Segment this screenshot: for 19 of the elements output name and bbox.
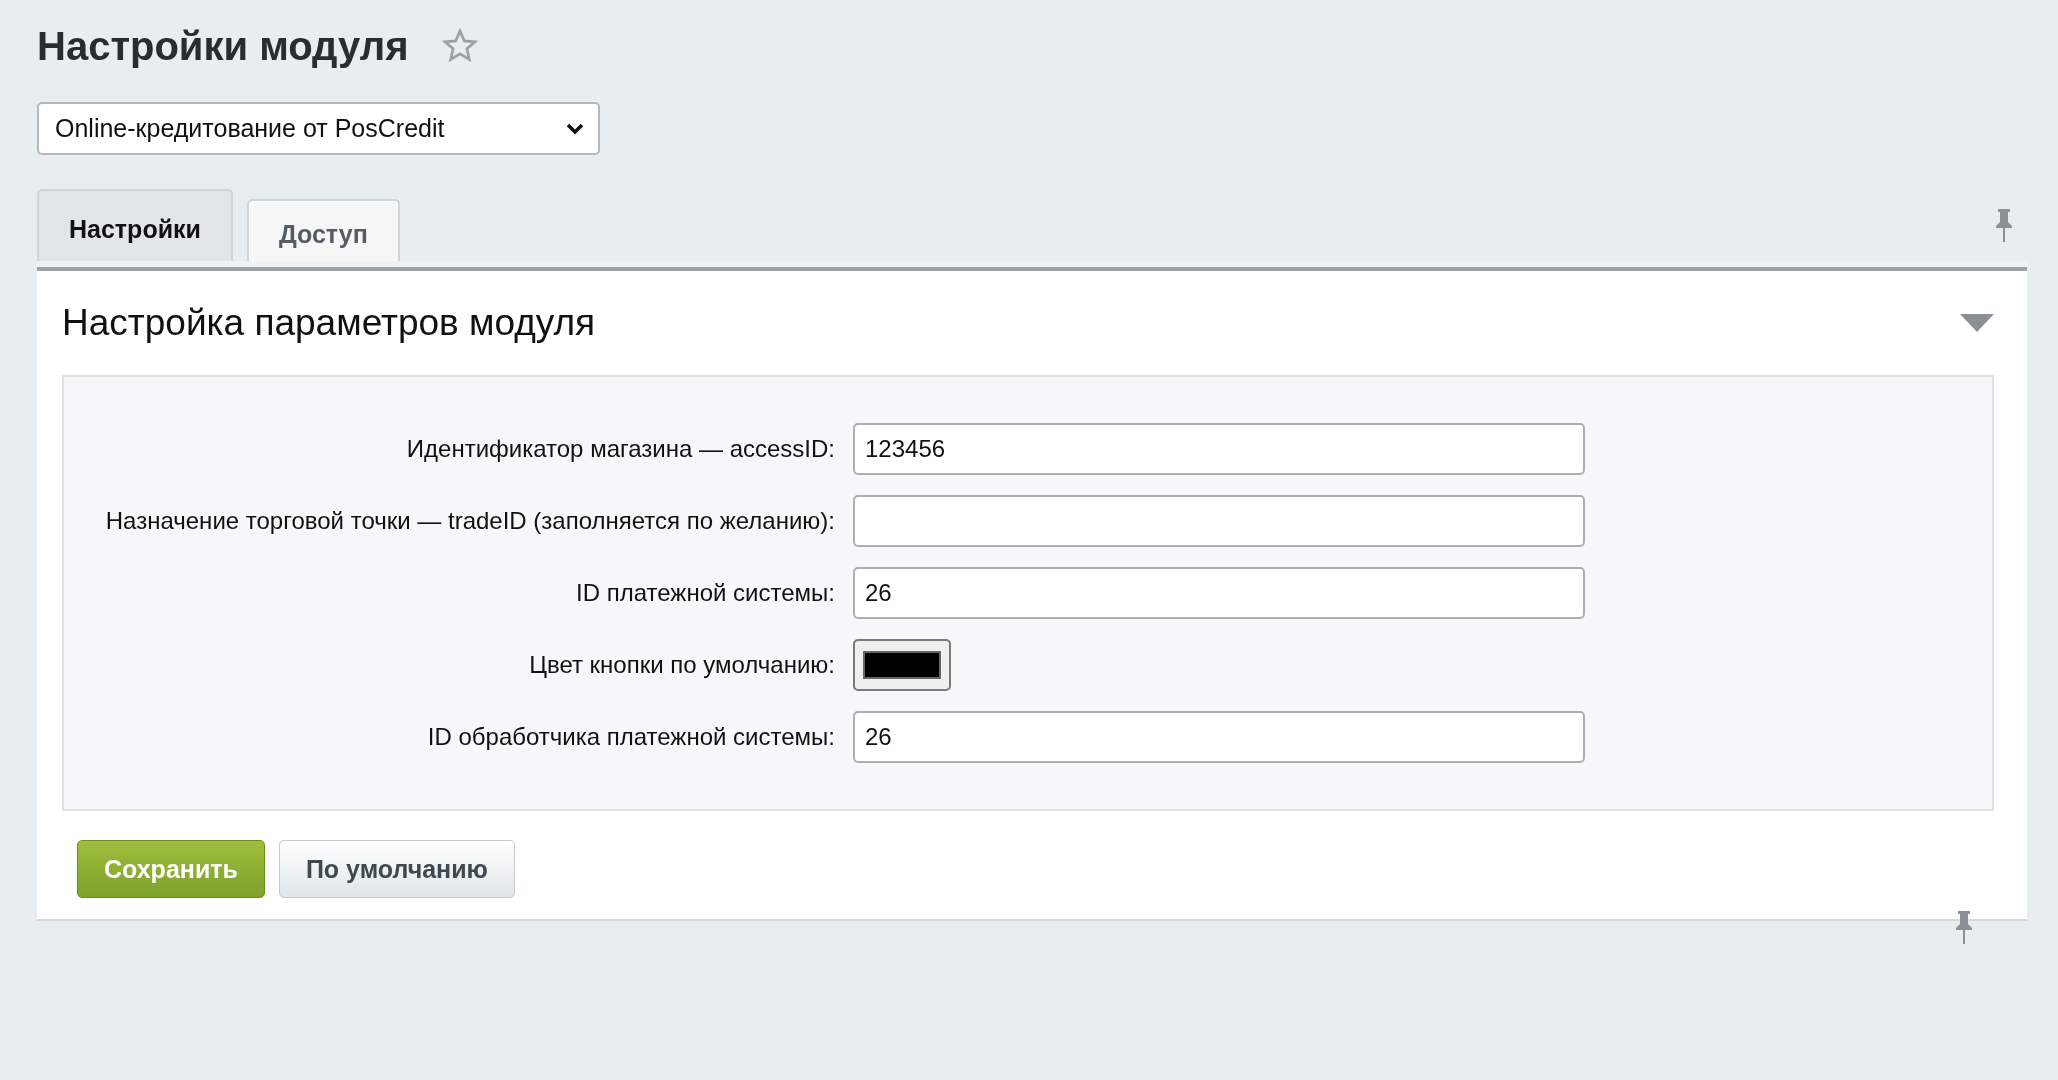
text-input[interactable]: 26 bbox=[853, 567, 1585, 619]
text-input[interactable]: 26 bbox=[853, 711, 1585, 763]
page-title: Настройки модуля bbox=[37, 23, 409, 69]
star-icon[interactable] bbox=[442, 28, 479, 64]
color-picker[interactable] bbox=[853, 639, 951, 691]
module-select[interactable]: Online-кредитование от PosCredit bbox=[37, 102, 600, 155]
default-button[interactable]: По умолчанию bbox=[278, 840, 515, 898]
field-label: Назначение торговой точки — tradeID (заполняется по желанию): bbox=[104, 506, 835, 536]
pin-icon[interactable] bbox=[1995, 207, 2013, 243]
text-input[interactable] bbox=[853, 495, 1585, 547]
text-input[interactable]: 123456 bbox=[853, 423, 1585, 475]
field-label: Цвет кнопки по умолчанию: bbox=[528, 650, 835, 680]
pin-icon[interactable] bbox=[1955, 909, 1973, 945]
field-label: ID платежной системы: bbox=[575, 578, 835, 608]
section-title: Настройка параметров модуля bbox=[62, 302, 596, 344]
collapse-icon[interactable] bbox=[1960, 314, 1994, 332]
field-label: ID обработчика платежной системы: bbox=[426, 722, 835, 752]
field-label: Идентификатор магазина — accessID: bbox=[405, 434, 835, 464]
chevron-down-icon bbox=[566, 122, 584, 135]
